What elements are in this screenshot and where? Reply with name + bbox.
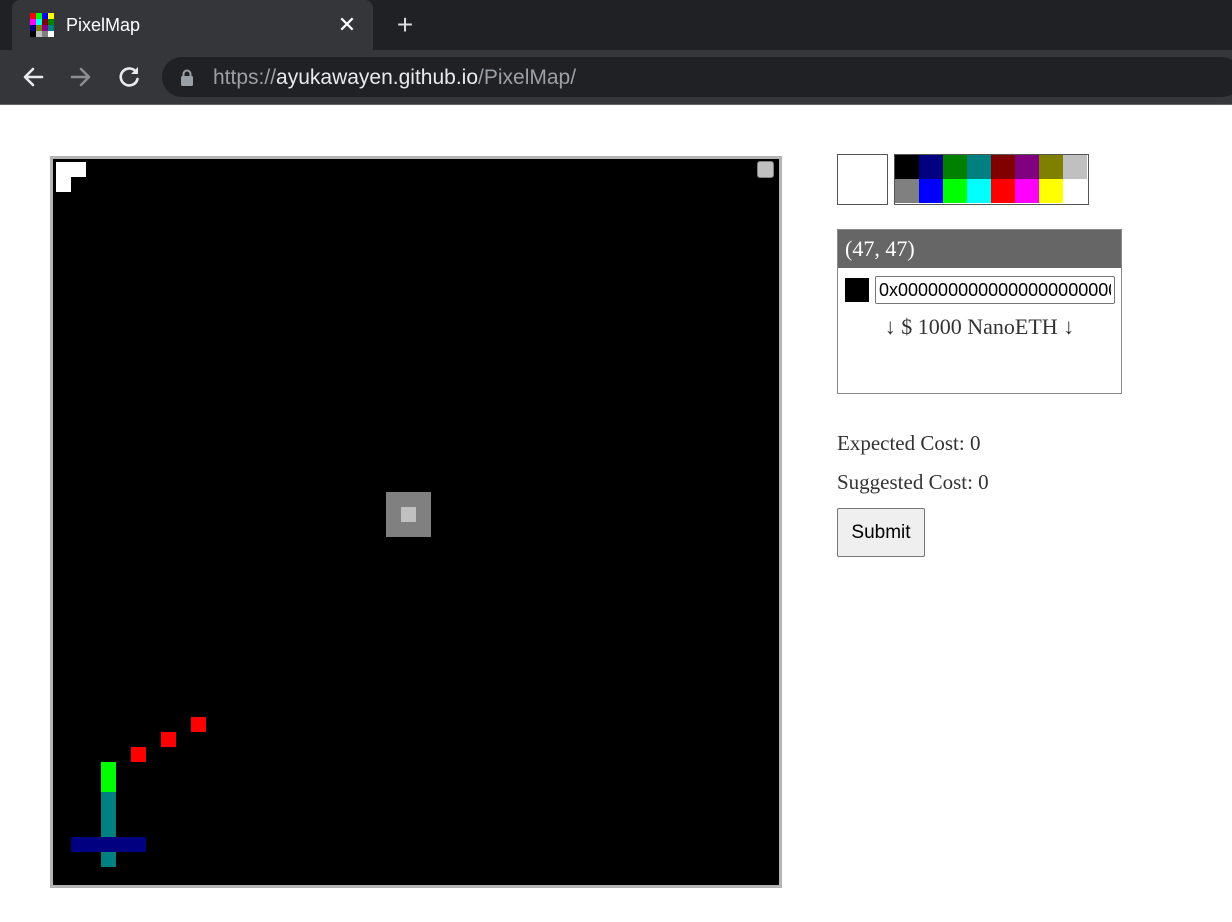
palette-swatch[interactable] (1063, 179, 1087, 203)
lock-icon (181, 69, 193, 86)
palette-swatch[interactable] (967, 179, 991, 203)
palette-swatch[interactable] (991, 179, 1015, 203)
reload-icon[interactable] (112, 60, 146, 94)
map-pixel[interactable] (101, 792, 116, 807)
pixelmap-favicon-icon (30, 13, 54, 37)
map-pixel[interactable] (101, 777, 116, 792)
pixel-map-canvas[interactable] (56, 162, 776, 882)
map-pixel[interactable] (416, 522, 431, 537)
palette-swatch[interactable] (943, 155, 967, 179)
map-pixel[interactable] (386, 492, 401, 507)
pixel-info-panel: (47, 47) ↓ $ 1000 NanoETH ↓ (837, 229, 1122, 394)
map-pixel[interactable] (401, 492, 416, 507)
url-host: ayukawayen.github.io (276, 66, 479, 89)
tab-strip: PixelMap ✕ + (0, 0, 1232, 50)
map-pixel[interactable] (101, 762, 116, 777)
tab-title: PixelMap (66, 15, 141, 35)
map-pixel[interactable] (131, 837, 146, 852)
palette-swatch[interactable] (1063, 155, 1087, 179)
palette-swatch[interactable] (895, 179, 919, 203)
submit-button[interactable]: Submit (837, 508, 925, 557)
palette-swatch[interactable] (991, 155, 1015, 179)
map-pixel[interactable] (101, 852, 116, 867)
color-palette (894, 154, 1089, 205)
selected-color-swatch (837, 154, 888, 205)
expected-cost: Expected Cost: 0 (837, 431, 981, 455)
browser-toolbar: https://ayukawayen.github.io/PixelMap/ (0, 50, 1232, 105)
palette-swatch[interactable] (1039, 179, 1063, 203)
map-pixel[interactable] (86, 837, 101, 852)
map-pixel[interactable] (71, 162, 86, 177)
palette-swatch[interactable] (895, 155, 919, 179)
map-pixel[interactable] (71, 837, 86, 852)
browser-tab[interactable]: PixelMap ✕ (12, 0, 373, 50)
palette-swatch[interactable] (967, 155, 991, 179)
map-pixel[interactable] (386, 522, 401, 537)
back-arrow-icon[interactable] (16, 60, 50, 94)
url-scheme: https:// (213, 66, 277, 89)
palette-swatch[interactable] (1015, 155, 1039, 179)
owner-row (838, 268, 1121, 312)
map-corner-button[interactable] (757, 161, 774, 178)
map-pixel[interactable] (101, 837, 116, 852)
palette-swatch[interactable] (943, 179, 967, 203)
map-pixel[interactable] (101, 807, 116, 822)
address-bar[interactable]: https://ayukawayen.github.io/PixelMap/ (162, 57, 1232, 97)
map-pixel[interactable] (416, 492, 431, 507)
pixel-color-swatch (845, 278, 869, 302)
pixel-coordinates: (47, 47) (838, 230, 1121, 268)
map-pixel[interactable] (161, 732, 176, 747)
map-pixel[interactable] (401, 522, 416, 537)
palette-swatch[interactable] (1015, 179, 1039, 203)
close-tab-icon[interactable]: ✕ (334, 12, 360, 38)
map-pixel[interactable] (116, 837, 131, 852)
map-pixel[interactable] (56, 162, 71, 177)
map-pixel[interactable] (131, 747, 146, 762)
palette-swatch[interactable] (1039, 155, 1063, 179)
forward-arrow-icon[interactable] (64, 60, 98, 94)
map-pixel[interactable] (401, 507, 416, 522)
suggested-cost: Suggested Cost: 0 (837, 470, 989, 494)
url-path: /PixelMap/ (478, 66, 577, 89)
palette-swatch[interactable] (919, 155, 943, 179)
map-pixel[interactable] (386, 507, 401, 522)
palette-swatch[interactable] (919, 179, 943, 203)
map-pixel[interactable] (416, 507, 431, 522)
price-text: ↓ $ 1000 NanoETH ↓ (884, 314, 1075, 339)
map-pixel[interactable] (56, 177, 71, 192)
url-text: https://ayukawayen.github.io/PixelMap/ (213, 66, 576, 90)
new-tab-button[interactable]: + (390, 10, 420, 40)
map-pixel[interactable] (101, 822, 116, 837)
map-pixel[interactable] (191, 717, 206, 732)
owner-address-input[interactable] (875, 276, 1115, 304)
pixel-map[interactable] (50, 156, 782, 888)
